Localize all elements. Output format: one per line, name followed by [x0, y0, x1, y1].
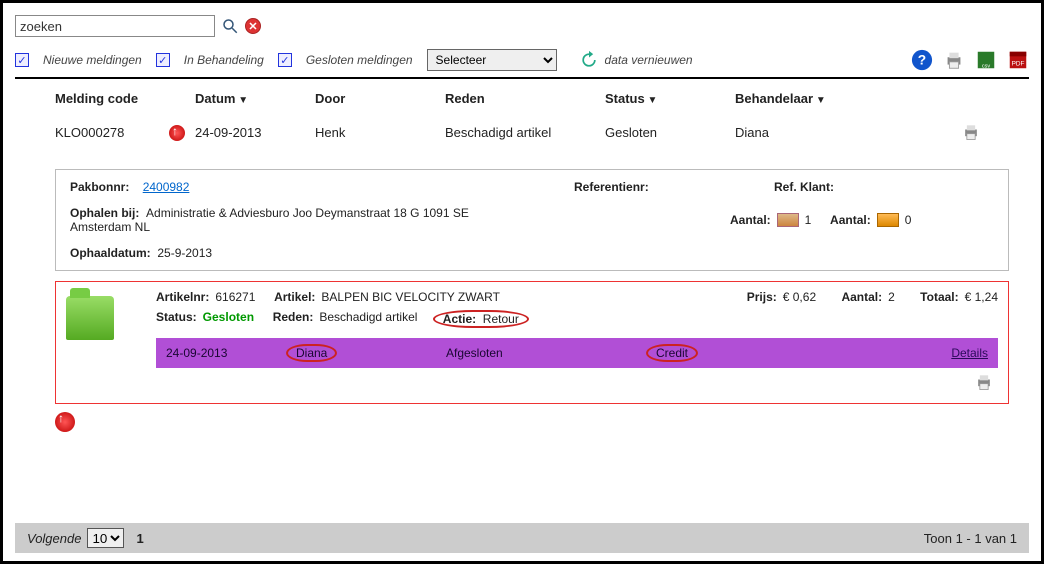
- table-row[interactable]: KLO000278 24-09-2013 Henk Beschadigd art…: [15, 116, 1029, 169]
- actie-highlight: Actie: Retour: [433, 310, 529, 328]
- artikel-label: Artikel:: [274, 290, 315, 304]
- bar-action-highlight: Credit: [646, 344, 698, 362]
- col-reden[interactable]: Reden: [445, 91, 605, 106]
- filter-nieuwe-label: Nieuwe meldingen: [43, 53, 142, 67]
- prijs-value: € 0,62: [783, 290, 816, 304]
- pdf-export-icon[interactable]: PDF: [1007, 49, 1029, 71]
- cell-datum: 24-09-2013: [195, 125, 262, 140]
- ophaaldatum-label: Ophaaldatum:: [70, 246, 151, 260]
- details-link[interactable]: Details: [826, 346, 988, 360]
- refklant-label: Ref. Klant:: [774, 180, 834, 194]
- col-status[interactable]: Status: [605, 91, 735, 106]
- col-datum[interactable]: Datum: [195, 91, 315, 106]
- filter-inbehandeling-label: In Behandeling: [184, 53, 264, 67]
- pakbon-link[interactable]: 2400982: [143, 180, 190, 194]
- aantal-value: 2: [888, 290, 895, 304]
- ophalen-label: Ophalen bij:: [70, 206, 139, 220]
- actie-label: Actie:: [443, 312, 476, 326]
- totaal-label: Totaal:: [920, 290, 958, 304]
- bar-date: 24-09-2013: [166, 346, 286, 360]
- aantal2-value: 0: [905, 213, 912, 227]
- artreden-value: Beschadigd artikel: [319, 310, 417, 328]
- record-range: Toon 1 - 1 van 1: [924, 531, 1017, 546]
- artstatus-value: Gesloten: [203, 310, 254, 328]
- bar-action: Credit: [656, 346, 688, 360]
- checkbox-inbehandeling[interactable]: ✓: [156, 53, 170, 67]
- cell-reden: Beschadigd artikel: [445, 125, 605, 140]
- prijs-label: Prijs:: [747, 290, 777, 304]
- artnr-label: Artikelnr:: [156, 290, 209, 304]
- filter-select[interactable]: Selecteer: [427, 49, 557, 71]
- cell-door: Henk: [315, 125, 445, 140]
- aantal2-label: Aantal:: [830, 213, 871, 227]
- search-icon[interactable]: [221, 17, 239, 35]
- volgende-label: Volgende: [27, 531, 81, 546]
- article-highlight-box: Artikelnr: 616271 Artikel: BALPEN BIC VE…: [55, 281, 1009, 404]
- bar-name-highlight: Diana: [286, 344, 337, 362]
- bar-name: Diana: [296, 346, 327, 360]
- referentie-label: Referentienr:: [574, 180, 649, 194]
- col-behandelaar[interactable]: Behandelaar: [735, 91, 925, 106]
- aantal1-value: 1: [805, 213, 812, 227]
- refresh-label: data vernieuwen: [605, 53, 693, 67]
- action-bar: 24-09-2013 Diana Afgesloten Credit Detai…: [156, 338, 998, 368]
- aantal1-label: Aantal:: [730, 213, 771, 227]
- csv-export-icon[interactable]: csv: [975, 49, 997, 71]
- actie-value: Retour: [483, 312, 519, 326]
- artreden-label: Reden:: [273, 310, 314, 328]
- clear-search-icon[interactable]: ✕: [245, 18, 261, 34]
- artnr-value: 616271: [215, 290, 255, 304]
- col-melding-code[interactable]: Melding code: [55, 91, 195, 106]
- bar-status: Afgesloten: [446, 346, 646, 360]
- detail-info-box: Pakbonnr: 2400982 Referentienr: Ref. Kla…: [55, 169, 1009, 271]
- help-icon[interactable]: ?: [911, 49, 933, 71]
- svg-text:PDF: PDF: [1012, 61, 1025, 68]
- svg-text:?: ?: [918, 53, 926, 68]
- pagesize-select[interactable]: 10: [87, 528, 124, 548]
- search-input[interactable]: [15, 15, 215, 37]
- row-print-icon[interactable]: [925, 122, 981, 145]
- cell-behandelaar: Diana: [735, 125, 925, 140]
- aantal-label: Aantal:: [841, 290, 882, 304]
- refresh-icon[interactable]: [579, 50, 599, 70]
- box-print-icon[interactable]: [66, 372, 994, 395]
- pagination-footer: Volgende 10 1 Toon 1 - 1 van 1: [15, 523, 1029, 553]
- box-icon: [777, 213, 799, 227]
- svg-text:csv: csv: [982, 63, 991, 69]
- artstatus-label: Status:: [156, 310, 197, 328]
- cell-status: Gesloten: [605, 125, 735, 140]
- priority-up-icon: [169, 125, 185, 141]
- pakbon-label: Pakbonnr:: [70, 180, 129, 194]
- col-door[interactable]: Door: [315, 91, 445, 106]
- checkbox-nieuwe[interactable]: ✓: [15, 53, 29, 67]
- ophaaldatum-value: 25-9-2013: [157, 246, 212, 260]
- folder-icon: [66, 296, 114, 340]
- artikel-value: BALPEN BIC VELOCITY ZWART: [321, 290, 500, 304]
- page-number: 1: [136, 531, 143, 546]
- filter-gesloten-label: Gesloten meldingen: [306, 53, 413, 67]
- scroll-up-icon[interactable]: [55, 412, 75, 432]
- checkbox-gesloten[interactable]: ✓: [278, 53, 292, 67]
- pallet-icon: [877, 213, 899, 227]
- totaal-value: € 1,24: [965, 290, 998, 304]
- print-icon[interactable]: [943, 49, 965, 71]
